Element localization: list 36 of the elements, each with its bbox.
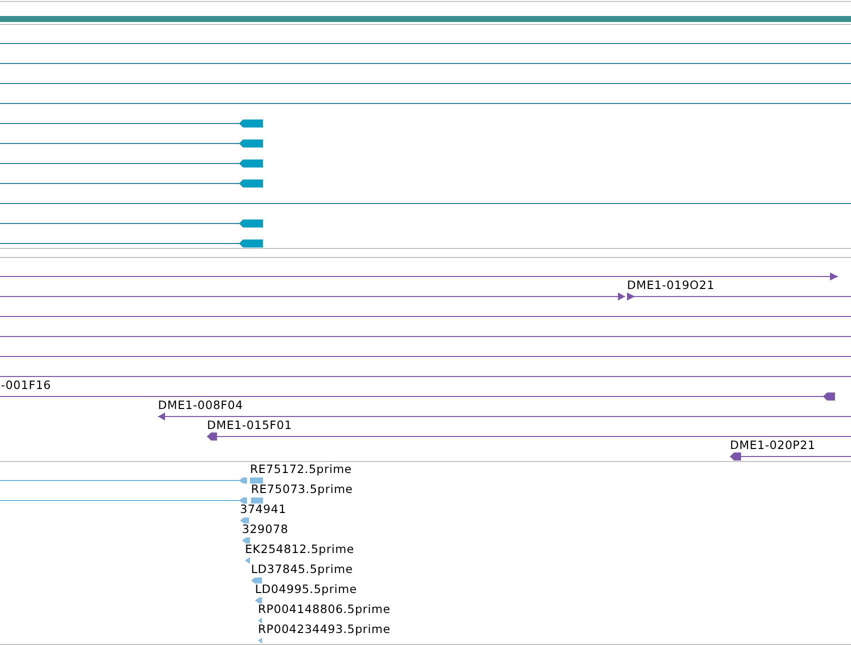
feature-label: LD37845.5prime: [251, 562, 353, 576]
gene-model[interactable]: [0, 120, 263, 128]
feature-label: EK254812.5prime: [245, 542, 354, 556]
clone-feature[interactable]: [0, 392, 836, 400]
gene-model[interactable]: [0, 240, 263, 248]
feature-label: LD04995.5prime: [255, 582, 357, 596]
est-feature[interactable]: [240, 518, 249, 524]
feature-label: RE75073.5prime: [251, 482, 353, 496]
est-feature[interactable]: [245, 558, 250, 564]
feature-label: DME1-019O21: [627, 278, 715, 292]
est-feature[interactable]: [258, 618, 262, 624]
feature-label: DME1-020P21: [730, 438, 816, 452]
feature-label: 374941: [240, 502, 286, 516]
est-feature[interactable]: [255, 598, 262, 604]
clone-feature[interactable]: [730, 452, 851, 460]
feature-label: RP004148806.5prime: [258, 602, 390, 616]
clone-feature[interactable]: [626, 292, 851, 300]
est-feature[interactable]: [0, 478, 263, 484]
est-feature[interactable]: [242, 538, 250, 544]
feature-label: -001F16: [1, 378, 52, 392]
feature-label: 329078: [242, 522, 288, 536]
gene-model[interactable]: [0, 180, 263, 188]
gene-model[interactable]: [0, 160, 263, 168]
clone-feature[interactable]: [0, 292, 626, 300]
clone-feature[interactable]: [0, 272, 838, 280]
est-feature[interactable]: [251, 578, 262, 584]
clone-feature[interactable]: [206, 432, 851, 440]
gene-model[interactable]: [0, 140, 263, 148]
feature-label: DME1-015F01: [207, 418, 292, 432]
feature-label: RP004234493.5prime: [258, 622, 390, 636]
feature-label: DME1-008F04: [158, 398, 244, 412]
est-feature[interactable]: [258, 638, 262, 644]
gene-model[interactable]: [0, 220, 263, 228]
clone-feature[interactable]: [158, 412, 851, 420]
est-feature[interactable]: [0, 498, 263, 504]
feature-label: RE75172.5prime: [250, 462, 352, 476]
